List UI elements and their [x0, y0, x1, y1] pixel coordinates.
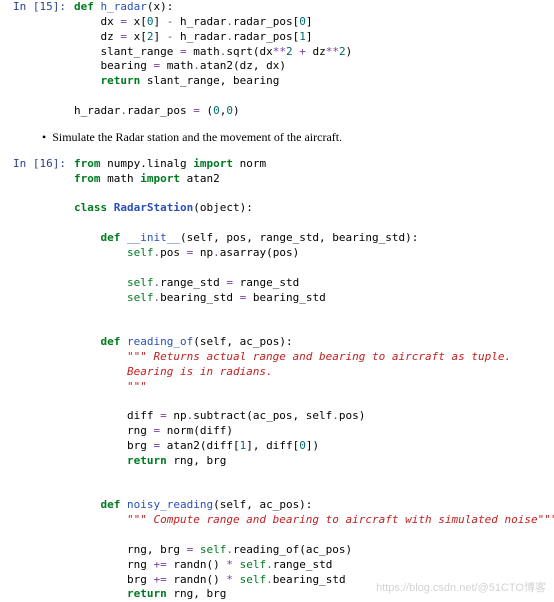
func-name: h_radar: [101, 0, 147, 13]
code-cell-15: In [15]: def h_radar(x): dx = x[0] - h_r…: [0, 0, 554, 119]
code-block[interactable]: def h_radar(x): dx = x[0] - h_radar.rada…: [74, 0, 554, 119]
docstring: """ Compute range and bearing to aircraf…: [74, 513, 554, 526]
code-cell-16: In [16]: from numpy.linalg import norm f…: [0, 157, 554, 602]
markdown-cell: • Simulate the Radar station and the move…: [0, 129, 554, 145]
keyword-class: class: [74, 201, 107, 214]
input-prompt: In [16]:: [0, 157, 74, 172]
docstring: """ Returns actual range and bearing to …: [74, 350, 511, 363]
class-name: RadarStation: [107, 201, 193, 214]
markdown-text: Simulate the Radar station and the movem…: [52, 130, 342, 144]
bullet-icon: •: [42, 130, 46, 144]
keyword-def: def: [74, 0, 94, 13]
keyword-return: return: [101, 74, 141, 87]
input-prompt: In [15]:: [0, 0, 74, 15]
code-block[interactable]: from numpy.linalg import norm from math …: [74, 157, 554, 602]
